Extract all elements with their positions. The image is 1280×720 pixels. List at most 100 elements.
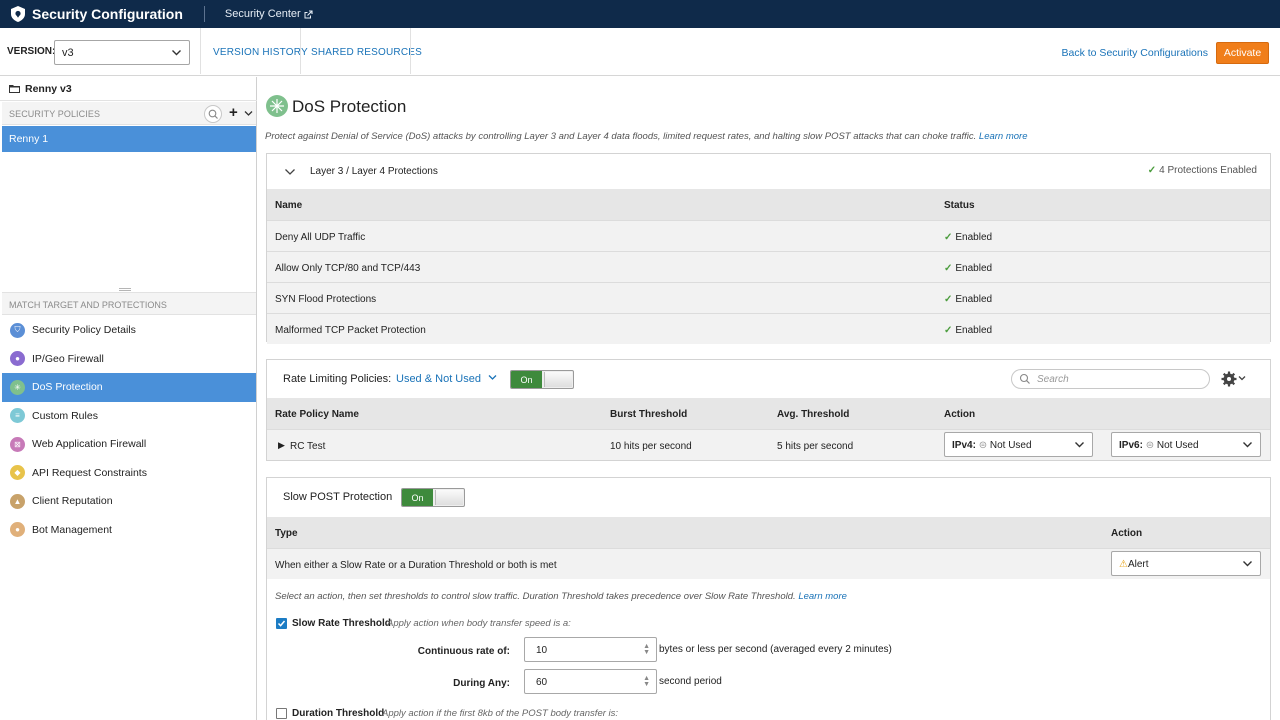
col-avg-threshold: Avg. Threshold	[777, 409, 850, 420]
learn-more-link[interactable]: Learn more	[979, 131, 1028, 142]
table-row: Allow Only TCP/80 and TCP/443 ✓ Enabled	[267, 251, 1270, 282]
policy-search-button[interactable]	[204, 105, 222, 123]
layer34-panel: Layer 3 / Layer 4 Protections ✓ 4 Protect…	[266, 153, 1271, 344]
topbar-divider	[203, 6, 205, 22]
policy-item-selected[interactable]: Renny 1	[2, 126, 256, 152]
slow-post-title: Slow POST Protection	[283, 491, 393, 503]
protection-name: SYN Flood Protections	[275, 294, 377, 305]
thumbs-up-icon: ▲	[10, 493, 25, 509]
rate-limiting-toggle[interactable]: On	[510, 370, 574, 389]
sidebar-item-ip-geo-firewall[interactable]: ● IP/Geo Firewall	[2, 345, 256, 374]
dos-icon	[266, 95, 288, 117]
duration-threshold-label: Duration Threshold	[292, 708, 385, 719]
not-used-icon: ⊜	[1145, 440, 1155, 451]
during-any-unit: second period	[659, 676, 722, 687]
sidebar-item-bot-management[interactable]: ● Bot Management	[2, 516, 256, 545]
ipv6-label: IPv6:	[1119, 440, 1143, 451]
stepper-icon[interactable]: ▲ ▼	[643, 675, 650, 688]
resize-handle[interactable]	[119, 288, 131, 291]
location-pin-icon: ●	[10, 351, 25, 367]
slow-post-panel: Slow POST Protection On Type Action When…	[266, 477, 1271, 720]
rate-table-header: Rate Policy Name Burst Threshold Avg. Th…	[267, 398, 1270, 429]
api-icon: ◆	[10, 465, 25, 481]
stepper-icon[interactable]: ▲ ▼	[643, 643, 650, 656]
expand-row-icon[interactable]: ▶	[278, 440, 285, 451]
ipv6-value: Not Used	[1156, 440, 1199, 451]
ipv4-label: IPv4:	[952, 440, 976, 451]
shared-resources-link[interactable]: SHARED RESOURCES	[311, 47, 422, 58]
sidebar-item-label: DoS Protection	[32, 381, 103, 394]
avg-threshold-value: 5 hits per second	[777, 441, 854, 452]
toolbar-divider	[410, 28, 411, 74]
col-type: Type	[275, 528, 298, 539]
folder-icon	[9, 85, 20, 93]
layer34-header[interactable]: Layer 3 / Layer 4 Protections ✓ 4 Protect…	[267, 154, 1270, 189]
not-used-icon: ⊜	[978, 440, 988, 451]
sidebar-item-api-request-constraints[interactable]: ◆ API Request Constraints	[2, 459, 256, 488]
bot-icon: ●	[10, 522, 25, 538]
rate-limiting-title: Rate Limiting Policies:	[283, 373, 392, 385]
checkmark-icon: ✓	[944, 263, 953, 274]
search-icon	[208, 109, 218, 119]
sidebar-item-label: Client Reputation	[32, 495, 113, 508]
ipv4-value: Not Used	[989, 440, 1032, 451]
slow-post-hint: Select an action, then set thresholds to…	[275, 591, 847, 602]
ipv4-action-select[interactable]: IPv4: ⊜ Not Used	[944, 432, 1093, 457]
search-icon	[1019, 373, 1030, 384]
col-rate-policy-name: Rate Policy Name	[275, 409, 359, 420]
toolbar-divider	[200, 28, 201, 74]
learn-more-link[interactable]: Learn more	[798, 591, 847, 602]
external-link-icon	[304, 9, 313, 18]
shield-logo-icon	[11, 6, 25, 22]
sidebar-item-security-policy-details[interactable]: ⛉ Security Policy Details	[2, 316, 256, 345]
checkmark-icon	[277, 620, 286, 627]
layer34-title: Layer 3 / Layer 4 Protections	[310, 166, 438, 177]
slow-rate-checkbox[interactable]	[276, 618, 287, 629]
table-row: ▶ RC Test 10 hits per second 5 hits per …	[267, 429, 1270, 460]
chevron-down-icon	[488, 375, 497, 380]
activate-button[interactable]: Activate	[1216, 42, 1269, 64]
during-any-input[interactable]: 60 ▲ ▼	[524, 669, 657, 694]
add-policy-button[interactable]: +	[229, 105, 238, 121]
checkmark-icon: ✓	[944, 232, 953, 243]
col-action: Action	[944, 409, 976, 420]
duration-threshold-checkbox[interactable]	[276, 708, 287, 719]
ipv6-action-select[interactable]: IPv6: ⊜ Not Used	[1111, 432, 1261, 457]
dos-icon: ✳	[10, 379, 25, 395]
burst-threshold-value: 10 hits per second	[610, 441, 692, 452]
security-policies-header: SECURITY POLICIES +	[2, 102, 256, 125]
slow-post-action-select[interactable]: ⚠Alert	[1111, 551, 1261, 576]
app-title: Security Configuration	[32, 6, 183, 22]
continuous-rate-input[interactable]: 10 ▲ ▼	[524, 637, 657, 662]
match-target-header: MATCH TARGET AND PROTECTIONS	[2, 292, 256, 315]
enabled-count-text: 4 Protections Enabled	[1159, 165, 1257, 176]
breadcrumb-security-center[interactable]: Security Center	[225, 8, 313, 20]
rate-policy-search-input[interactable]: Search	[1011, 369, 1210, 389]
sidebar-item-dos-protection[interactable]: ✳ DoS Protection	[2, 373, 256, 402]
checkmark-icon: ✓	[944, 294, 953, 305]
slow-post-toggle[interactable]: On	[401, 488, 465, 507]
gear-icon[interactable]	[1221, 371, 1247, 387]
status-text: Enabled	[955, 294, 993, 305]
chevron-down-icon[interactable]	[284, 166, 296, 178]
slow-post-header: Slow POST Protection On	[267, 478, 1270, 517]
col-status: Status	[944, 200, 975, 211]
version-select[interactable]: v3	[54, 40, 190, 65]
main-content: DoS Protection Protect against Denial of…	[258, 77, 1280, 720]
back-to-configurations-link[interactable]: Back to Security Configurations	[1062, 47, 1209, 59]
sidebar-item-custom-rules[interactable]: ≡ Custom Rules	[2, 402, 256, 431]
sidebar-item-label: Bot Management	[32, 523, 112, 536]
version-history-link[interactable]: VERSION HISTORY	[213, 47, 308, 58]
sidebar-item-client-reputation[interactable]: ▲ Client Reputation	[2, 487, 256, 516]
chevron-down-icon[interactable]	[244, 109, 253, 118]
config-name: Renny v3	[25, 82, 72, 95]
rate-policy-name: RC Test	[290, 441, 326, 452]
rate-filter-dropdown[interactable]: Used & Not Used	[396, 373, 497, 385]
hint-text: Select an action, then set thresholds to…	[275, 591, 796, 602]
sidebar-item-web-application-firewall[interactable]: ⊠ Web Application Firewall	[2, 430, 256, 459]
protection-name: Malformed TCP Packet Protection	[275, 325, 426, 336]
security-policies-label: SECURITY POLICIES	[9, 109, 101, 119]
duration-threshold-desc: Apply action if the first 8kb of the POS…	[382, 708, 619, 719]
checkmark-icon: ✓	[1147, 165, 1157, 176]
description-text: Protect against Denial of Service (DoS) …	[265, 131, 977, 142]
